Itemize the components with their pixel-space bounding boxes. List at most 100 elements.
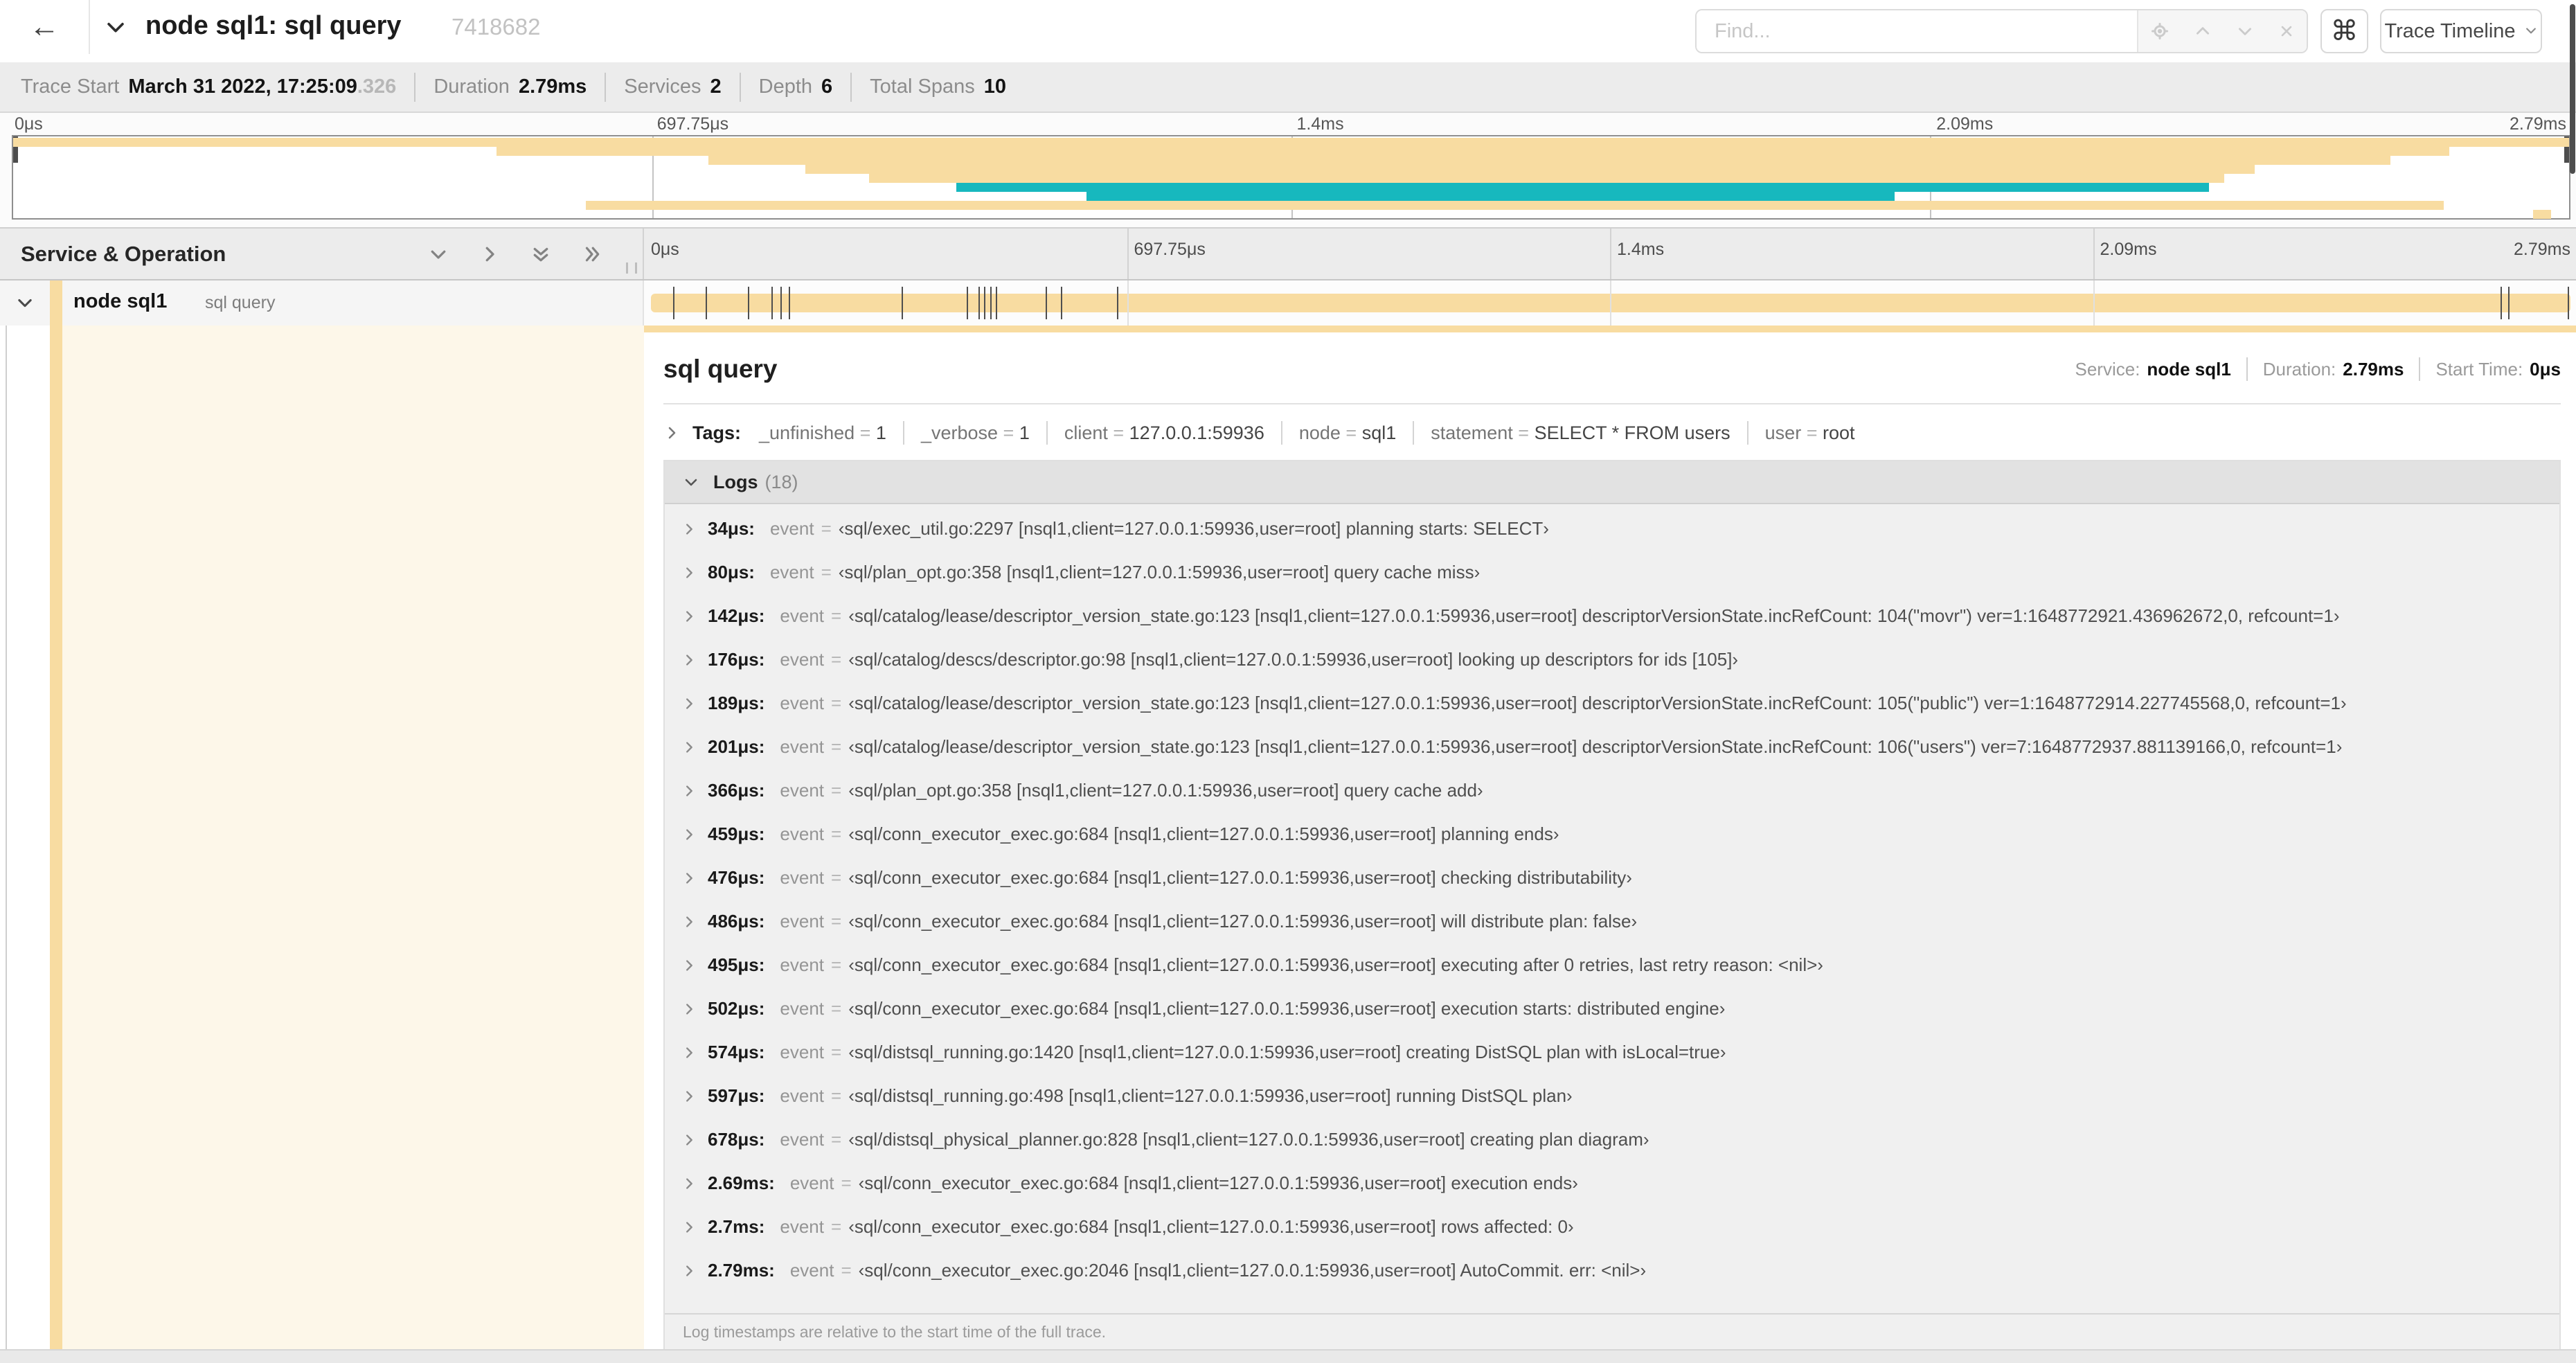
log-field-value: ‹sql/plan_opt.go:358 [nsql1,client=127.0… bbox=[848, 780, 1483, 801]
log-entry-row[interactable]: 189μs: event = ‹sql/catalog/lease/descripto… bbox=[681, 693, 2559, 713]
trace-id: 7418682 bbox=[451, 14, 541, 39]
minimap-canvas[interactable] bbox=[12, 135, 2570, 220]
locate-icon[interactable] bbox=[2150, 21, 2170, 41]
log-entry-row[interactable]: 366μs: event = ‹sql/plan_opt.go:358 [nsql1,… bbox=[681, 780, 2559, 801]
back-button[interactable]: ← bbox=[0, 0, 90, 54]
chevron-right-icon[interactable] bbox=[681, 1176, 708, 1191]
chevron-right-icon[interactable] bbox=[681, 783, 708, 799]
span-detail-row: sql query Service: node sql1 Duration: 2.79… bbox=[0, 326, 2576, 1353]
logs-accordian: Logs (18) 34μs: event = ‹sql/exec_util.go:2… bbox=[663, 460, 2561, 1353]
previous-icon[interactable] bbox=[2194, 22, 2212, 40]
log-entry-row[interactable]: 142μs: event = ‹sql/catalog/lease/descripto… bbox=[681, 605, 2559, 626]
log-entry-row[interactable]: 2.79ms: event = ‹sql/conn_executor_exec.go:… bbox=[681, 1260, 2559, 1281]
log-entry-row[interactable]: 2.69ms: event = ‹sql/conn_executor_exec.go:… bbox=[681, 1173, 2559, 1193]
log-entry-row[interactable]: 502μs: event = ‹sql/conn_executor_exec.go:6… bbox=[681, 998, 2559, 1019]
info-label: Total Spans bbox=[870, 75, 975, 98]
span-detail-panel: sql query Service: node sql1 Duration: 2.79… bbox=[644, 326, 2576, 1353]
span-row-timeline bbox=[644, 280, 2576, 326]
chevron-right-icon[interactable] bbox=[681, 958, 708, 973]
log-entry-row[interactable]: 574μs: event = ‹sql/distsql_running.go:1420… bbox=[681, 1042, 2559, 1062]
minimap-tick-label: 2.09ms bbox=[1936, 114, 1994, 134]
log-entry-row[interactable]: 459μs: event = ‹sql/conn_executor_exec.go:6… bbox=[681, 823, 2559, 844]
log-entry-row[interactable]: 678μs: event = ‹sql/distsql_physical_planne… bbox=[681, 1129, 2559, 1150]
logs-count: (18) bbox=[764, 471, 798, 492]
separator bbox=[902, 421, 904, 445]
collapse-title-chevron-icon[interactable] bbox=[104, 15, 127, 42]
log-field-key: event bbox=[789, 1260, 834, 1281]
tag-item: _unfinished = 1 bbox=[759, 422, 886, 444]
top-bar: ← node sql1: sql query 7418682 ⌘ Trace T… bbox=[0, 0, 2576, 62]
info-value: March 31 2022, 17:25:09 bbox=[128, 75, 357, 98]
chevron-right-icon[interactable] bbox=[681, 827, 708, 842]
collapse-all-double-chevron-down-icon[interactable] bbox=[530, 244, 551, 265]
chevron-right-icon[interactable] bbox=[681, 914, 708, 929]
chevron-right-icon[interactable] bbox=[681, 871, 708, 886]
expand-one-chevron-right-icon[interactable] bbox=[479, 244, 500, 265]
chevron-right-icon[interactable] bbox=[681, 1132, 708, 1148]
chevron-right-icon[interactable] bbox=[681, 696, 708, 711]
log-timestamp: 34μs: bbox=[708, 518, 755, 539]
scrollbar-thumb[interactable] bbox=[2570, 4, 2575, 174]
expand-all-double-chevron-right-icon[interactable] bbox=[582, 244, 602, 265]
log-marker-tick bbox=[984, 287, 986, 319]
log-marker-tick bbox=[788, 287, 790, 319]
chevron-down-icon[interactable] bbox=[15, 293, 35, 316]
chevron-right-icon[interactable] bbox=[681, 652, 708, 668]
chevron-right-icon[interactable] bbox=[681, 1220, 708, 1235]
next-icon[interactable] bbox=[2236, 22, 2254, 40]
span-color-accent bbox=[50, 326, 62, 1349]
log-timestamp: 366μs: bbox=[708, 780, 765, 801]
ruler-tick-label: 697.75μs bbox=[1134, 240, 1206, 259]
log-field-value: ‹sql/distsql_running.go:498 [nsql1,clien… bbox=[848, 1085, 1573, 1106]
span-row[interactable]: node sql1 sql query bbox=[0, 280, 2576, 326]
collapse-one-chevron-down-icon[interactable] bbox=[428, 244, 449, 265]
chevron-right-icon[interactable] bbox=[681, 565, 708, 580]
log-entry-row[interactable]: 201μs: event = ‹sql/catalog/lease/descripto… bbox=[681, 736, 2559, 757]
keyboard-shortcuts-button[interactable]: ⌘ bbox=[2320, 9, 2368, 53]
chevron-right-icon[interactable] bbox=[681, 1045, 708, 1060]
span-row-name-cell[interactable]: node sql1 sql query bbox=[0, 280, 644, 326]
tag-value: 1 bbox=[1019, 422, 1030, 443]
log-entry-row[interactable]: 476μs: event = ‹sql/conn_executor_exec.go:6… bbox=[681, 867, 2559, 888]
trace-page: ← node sql1: sql query 7418682 ⌘ Trace T… bbox=[0, 0, 2576, 1363]
tags-accordian[interactable]: Tags: _unfinished = 1 _verbose = 1 client … bbox=[663, 421, 2561, 445]
chevron-right-icon[interactable] bbox=[681, 1263, 708, 1279]
log-marker-tick bbox=[771, 287, 773, 319]
chevron-right-icon[interactable] bbox=[681, 740, 708, 755]
log-entry-row[interactable]: 34μs: event = ‹sql/exec_util.go:2297 [nsql1… bbox=[681, 518, 2559, 539]
view-dropdown-button[interactable]: Trace Timeline bbox=[2380, 9, 2542, 53]
find-input[interactable] bbox=[1697, 10, 2137, 52]
equals-sign: = bbox=[831, 605, 842, 626]
log-entry-row[interactable]: 486μs: event = ‹sql/conn_executor_exec.go:6… bbox=[681, 911, 2559, 932]
equals-sign: = bbox=[1107, 422, 1129, 443]
log-field-value: ‹sql/catalog/descs/descriptor.go:98 [nsq… bbox=[848, 649, 1739, 670]
chevron-right-icon[interactable] bbox=[681, 522, 708, 537]
clear-icon[interactable] bbox=[2278, 23, 2295, 39]
chevron-right-icon[interactable] bbox=[681, 609, 708, 624]
log-field-key: event bbox=[780, 736, 825, 757]
separator bbox=[1046, 421, 1048, 445]
log-entry-row[interactable]: 495μs: event = ‹sql/conn_executor_exec.go:6… bbox=[681, 954, 2559, 975]
chevron-right-icon[interactable] bbox=[681, 1089, 708, 1104]
column-resizer[interactable] bbox=[626, 262, 637, 274]
logs-header[interactable]: Logs (18) bbox=[665, 461, 2559, 504]
minimap-span-bar bbox=[496, 147, 2449, 156]
log-entry-row[interactable]: 2.7ms: event = ‹sql/conn_executor_exec.go:6… bbox=[681, 1216, 2559, 1237]
info-label: Depth bbox=[758, 75, 813, 98]
minimap-tick-labels: 0μs 697.75μs 1.4ms 2.09ms 2.79ms bbox=[12, 114, 2570, 135]
log-field-key: event bbox=[780, 998, 825, 1019]
chevron-right-icon[interactable] bbox=[681, 1001, 708, 1017]
span-color-accent bbox=[50, 280, 62, 326]
info-value: 2 bbox=[710, 75, 722, 98]
log-timestamp: 476μs: bbox=[708, 867, 765, 888]
log-entries: 34μs: event = ‹sql/exec_util.go:2297 [nsql1… bbox=[665, 504, 2559, 1313]
log-marker-tick bbox=[995, 287, 997, 319]
indent-guideline bbox=[6, 326, 7, 1349]
log-timestamp: 201μs: bbox=[708, 736, 765, 757]
log-entry-row[interactable]: 80μs: event = ‹sql/plan_opt.go:358 [nsql1,c… bbox=[681, 562, 2559, 582]
log-entry-row[interactable]: 597μs: event = ‹sql/distsql_running.go:498 … bbox=[681, 1085, 2559, 1106]
log-entry-row[interactable]: 176μs: event = ‹sql/catalog/descs/descripto… bbox=[681, 649, 2559, 670]
span-detail-gutter bbox=[0, 326, 644, 1349]
equals-sign: = bbox=[821, 562, 832, 582]
log-field-value: ‹sql/catalog/lease/descriptor_version_st… bbox=[848, 736, 2343, 757]
